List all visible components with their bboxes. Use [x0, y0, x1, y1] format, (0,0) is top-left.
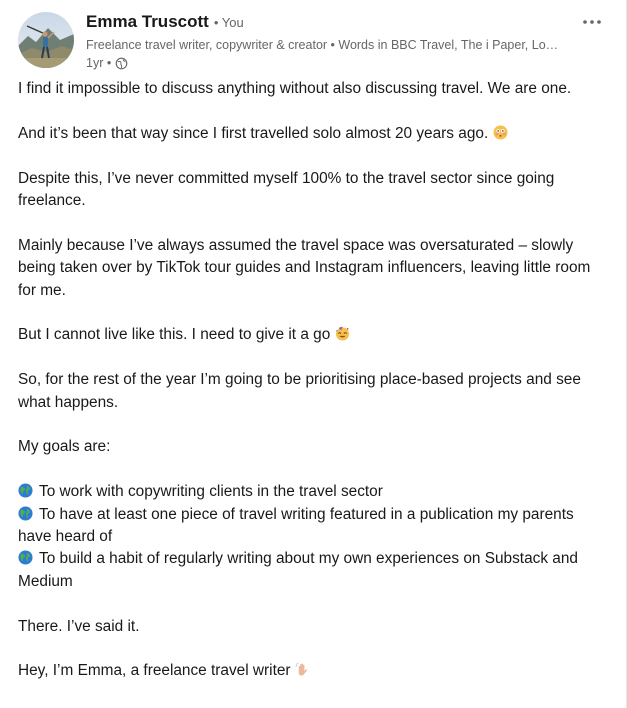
goal-item: To work with copywriting clients in the … — [18, 481, 608, 503]
author-meta: Emma Truscott • You Freelance travel wri… — [86, 12, 586, 72]
goal-text: To have at least one piece of travel wri… — [18, 505, 574, 546]
post-time: 1yr • — [86, 56, 112, 70]
post-paragraph: But I cannot live like this. I need to g… — [18, 324, 608, 346]
waving-hand-emoji-icon — [295, 662, 310, 677]
goal-item: To have at least one piece of travel wri… — [18, 504, 608, 549]
goal-item: To build a habit of regularly writing ab… — [18, 548, 608, 593]
goal-text: To work with copywriting clients in the … — [39, 483, 383, 501]
party-face-emoji-icon — [335, 326, 350, 341]
name-row: Emma Truscott • You — [86, 12, 586, 36]
post-paragraph: And it’s been that way since I first tra… — [18, 123, 608, 145]
avatar-photo-icon — [18, 12, 74, 68]
you-label: • You — [213, 15, 244, 30]
paragraph-text: And it’s been that way since I first tra… — [18, 124, 489, 142]
post-paragraph: There. I’ve said it. — [18, 617, 140, 635]
goals-list: To work with copywriting clients in the … — [18, 481, 608, 593]
post-paragraph: Despite this, I’ve never committed mysel… — [18, 169, 555, 209]
ellipsis-icon — [583, 20, 601, 24]
goal-text: To build a habit of regularly writing ab… — [18, 550, 578, 590]
post-paragraph: Hey, I’m Emma, a freelance travel writer — [18, 660, 608, 682]
avatar[interactable] — [18, 12, 74, 68]
more-options-button[interactable] — [579, 12, 605, 32]
post-paragraph: So, for the rest of the year I’m going t… — [18, 371, 581, 411]
linkedin-post: Emma Truscott • You Freelance travel wri… — [0, 0, 627, 708]
paragraph-text: Hey, I’m Emma, a freelance travel writer — [18, 662, 291, 680]
post-paragraph: Mainly because I’ve always assumed the t… — [18, 236, 591, 299]
paragraph-text: But I cannot live like this. I need to g… — [18, 326, 331, 344]
post-body: I find it impossible to discuss anything… — [18, 78, 608, 683]
globe-icon — [115, 57, 128, 70]
post-header: Emma Truscott • You Freelance travel wri… — [18, 12, 608, 72]
post-timestamp: 1yr • — [86, 54, 586, 72]
globe-emoji-icon — [18, 483, 33, 498]
globe-emoji-icon — [18, 550, 33, 565]
flushed-face-emoji-icon — [492, 125, 508, 140]
author-name[interactable]: Emma Truscott — [86, 12, 209, 32]
post-paragraph: I find it impossible to discuss anything… — [18, 80, 572, 97]
globe-emoji-icon — [18, 506, 33, 521]
author-headline: Freelance travel writer, copywriter & cr… — [86, 38, 564, 52]
post-paragraph: My goals are: — [18, 438, 111, 456]
